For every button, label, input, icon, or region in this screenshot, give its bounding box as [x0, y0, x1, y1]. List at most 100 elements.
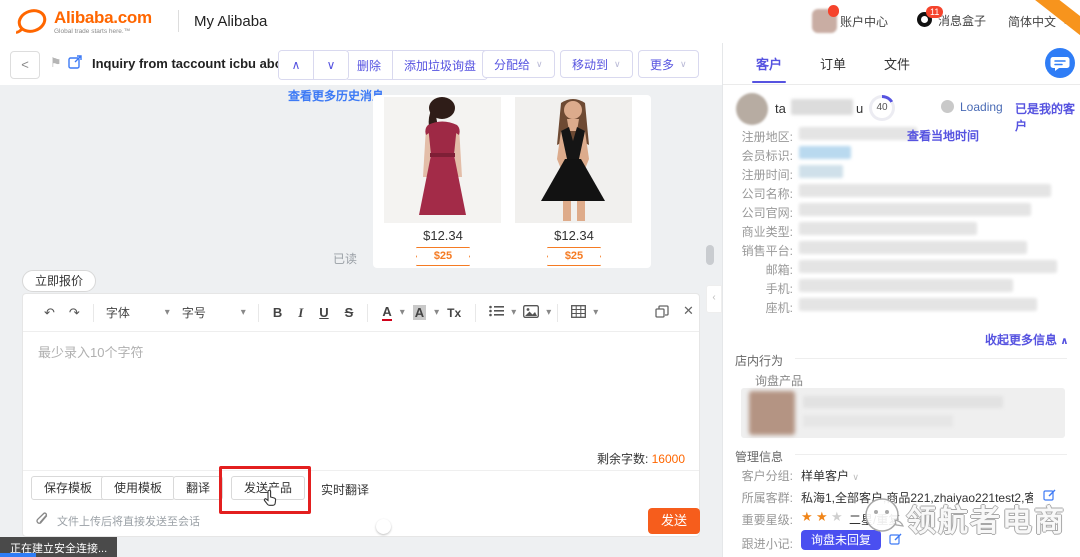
- logo-tagline: Global trade starts here.™: [54, 28, 152, 35]
- back-button[interactable]: <: [10, 51, 40, 79]
- product-card[interactable]: $12.34 $25: [384, 97, 502, 266]
- scrollbar-thumb[interactable]: [706, 245, 714, 265]
- account-center[interactable]: 账户中心: [812, 9, 888, 33]
- top-header: Alibaba.com Global trade starts here.™ M…: [0, 0, 1080, 44]
- highlight-color-button[interactable]: A: [413, 305, 426, 320]
- behavior-section-title: 店内行为: [735, 352, 783, 369]
- delete-button[interactable]: 删除: [346, 51, 392, 79]
- field-label: 销售平台:: [735, 242, 793, 259]
- move-to-button[interactable]: 移动到 ∨: [560, 50, 633, 78]
- chat-bubble-icon[interactable]: [1045, 48, 1075, 78]
- message-box-label[interactable]: 消息盒子: [938, 12, 986, 29]
- bold-button[interactable]: B: [273, 305, 282, 320]
- save-template-button[interactable]: 保存模板: [31, 476, 105, 500]
- chevron-down-icon: ∨: [536, 59, 543, 70]
- field-label: 座机:: [735, 299, 793, 316]
- font-family-select[interactable]: 字体 ▾: [106, 304, 170, 321]
- prev-inquiry-button[interactable]: ∧: [279, 51, 313, 79]
- logo-text: Alibaba.com: [54, 8, 152, 28]
- local-time-link[interactable]: 查看当地时间: [907, 127, 979, 144]
- dropdown-icon[interactable]: ▾: [511, 307, 516, 318]
- language-label[interactable]: 简体中文: [1008, 13, 1056, 30]
- dropdown-icon[interactable]: ▾: [593, 307, 598, 318]
- alibaba-logo-icon: [16, 7, 50, 35]
- product-card[interactable]: $12.34 $25: [515, 97, 633, 266]
- quote-now-button[interactable]: 立即报价: [22, 270, 96, 292]
- view-history-link[interactable]: 查看更多历史消息: [288, 87, 384, 104]
- send-button[interactable]: 发送: [648, 508, 700, 534]
- editor-textarea[interactable]: [23, 332, 699, 452]
- star-icon[interactable]: ★: [816, 509, 828, 525]
- insert-table-icon[interactable]: [571, 305, 586, 321]
- font-color-button[interactable]: A: [382, 304, 391, 321]
- restore-window-icon[interactable]: [655, 305, 669, 321]
- field-value-blur: [799, 146, 851, 159]
- group-value-text: 样单客户: [801, 469, 849, 483]
- page-title: My Alibaba: [194, 13, 267, 30]
- translate-button[interactable]: 翻译: [173, 476, 223, 500]
- undo-icon[interactable]: ↶: [44, 305, 55, 321]
- coupon-tag: $25: [416, 247, 470, 266]
- chevron-up-icon: ∧: [1060, 336, 1068, 347]
- field-value-blur: [799, 165, 843, 178]
- close-icon[interactable]: ✕: [683, 303, 694, 319]
- flag-icon[interactable]: ⚑: [50, 55, 62, 71]
- font-family-label: 字体: [106, 304, 130, 321]
- insert-image-icon[interactable]: [523, 305, 539, 321]
- open-external-icon[interactable]: [68, 55, 82, 72]
- italic-button[interactable]: I: [298, 305, 303, 321]
- more-button[interactable]: 更多 ∨: [638, 50, 699, 78]
- field-label: 注册时间:: [735, 166, 793, 183]
- char-counter: 剩余字数: 16000: [597, 450, 685, 467]
- realtime-translate-label: 实时翻译: [321, 481, 369, 498]
- add-spam-button[interactable]: 添加垃圾询盘: [393, 51, 487, 79]
- watermark-text: 领航者电商: [906, 496, 1066, 540]
- active-tab-indicator: [752, 81, 786, 83]
- tab-customer[interactable]: 客户: [756, 54, 782, 73]
- clear-format-button[interactable]: Tx: [447, 306, 461, 320]
- dropdown-icon[interactable]: ▾: [546, 307, 551, 318]
- tab-files[interactable]: 文件: [884, 54, 910, 73]
- char-counter-value: 16000: [652, 452, 685, 466]
- management-section-title: 管理信息: [735, 448, 783, 465]
- coupon-tag: $25: [547, 247, 601, 266]
- dropdown-icon[interactable]: ▾: [434, 307, 439, 318]
- star-label: 重要星级:: [735, 511, 793, 528]
- font-size-select[interactable]: 字号 ▾: [182, 304, 246, 321]
- field-value-blur: [799, 203, 1031, 216]
- strikethrough-button[interactable]: S: [345, 305, 354, 320]
- collapse-info-link[interactable]: 收起更多信息 ∧: [985, 331, 1068, 348]
- assign-label: 分配给: [494, 56, 530, 73]
- app-window: Alibaba.com Global trade starts here.™ M…: [0, 0, 1080, 557]
- list-icon[interactable]: [489, 305, 504, 320]
- font-size-label: 字号: [182, 304, 206, 321]
- account-center-label[interactable]: 账户中心: [840, 13, 888, 30]
- field-label: 公司官网:: [735, 204, 793, 221]
- customer-avatar[interactable]: [736, 93, 768, 125]
- use-template-button[interactable]: 使用模板: [101, 476, 175, 500]
- attach-file-icon[interactable]: [35, 512, 49, 530]
- assign-to-button[interactable]: 分配给 ∨: [482, 50, 555, 78]
- customer-score-ring: 40: [869, 95, 895, 121]
- field-value-blur: [799, 184, 1051, 197]
- inquiry-product-row[interactable]: [741, 388, 1065, 438]
- editor-toolbar: ↶ ↷ 字体 ▾ 字号 ▾ B I U S A ▾ A ▾ Tx: [23, 294, 699, 332]
- star-icon[interactable]: ★: [801, 509, 813, 525]
- my-customer-link[interactable]: 已是我的客户: [1015, 100, 1080, 134]
- segment-label: 所属客群:: [735, 489, 793, 506]
- alibaba-logo[interactable]: Alibaba.com Global trade starts here.™: [16, 7, 152, 35]
- product-image: [384, 97, 501, 223]
- customer-name-suffix: u: [856, 101, 863, 116]
- redo-icon[interactable]: ↷: [69, 305, 80, 321]
- group-value[interactable]: 样单客户 ∨: [801, 467, 859, 484]
- message-box[interactable]: 11 消息盒子: [917, 11, 986, 29]
- star-icon[interactable]: ★: [831, 509, 843, 525]
- underline-button[interactable]: U: [319, 305, 328, 320]
- message-count-badge: 11: [926, 6, 943, 18]
- collapse-panel-handle[interactable]: ‹: [706, 285, 722, 313]
- prev-next-group: ∧ ∨: [278, 50, 349, 80]
- field-value-blur: [799, 241, 1027, 254]
- next-inquiry-button[interactable]: ∨: [314, 51, 348, 79]
- dropdown-icon[interactable]: ▾: [400, 307, 405, 318]
- tab-orders[interactable]: 订单: [820, 54, 846, 73]
